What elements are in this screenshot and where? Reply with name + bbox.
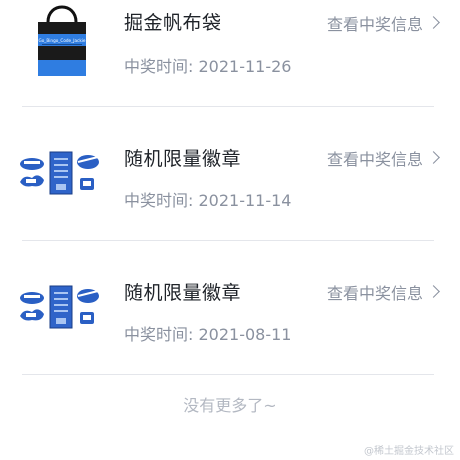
chevron-right-icon	[427, 285, 440, 298]
prize-item[interactable]: 随机限量徽章 中奖时间: 2021-08-11 查看中奖信息	[0, 268, 460, 402]
divider	[22, 106, 434, 107]
view-prize-info-label: 查看中奖信息	[326, 15, 423, 34]
prize-time: 中奖时间: 2021-11-26	[124, 57, 292, 76]
view-prize-info-link[interactable]: 查看中奖信息	[326, 11, 440, 35]
prize-name: 随机限量徽章	[124, 282, 242, 304]
bag-print-text: Go_Bingo_Code_Jackie	[39, 38, 86, 43]
prize-image-badge-set	[14, 134, 110, 230]
divider	[22, 374, 434, 375]
chevron-right-icon	[427, 16, 440, 29]
view-prize-info-link[interactable]: 查看中奖信息	[326, 280, 440, 304]
prize-time: 中奖时间: 2021-11-14	[124, 191, 292, 210]
prize-image-badge-set	[14, 268, 110, 364]
badge-set-icon	[20, 151, 99, 195]
no-more-text: 没有更多了~	[183, 396, 277, 415]
divider	[22, 240, 434, 241]
prize-item[interactable]: 随机限量徽章 中奖时间: 2021-11-14 查看中奖信息	[0, 134, 460, 268]
prize-image-tote-bag: Go_Bingo_Code_Jackie	[14, 0, 110, 96]
view-prize-info-label: 查看中奖信息	[326, 284, 423, 303]
chevron-right-icon	[427, 151, 440, 164]
view-prize-info-link[interactable]: 查看中奖信息	[326, 146, 440, 170]
prize-name: 随机限量徽章	[124, 148, 242, 170]
prize-time: 中奖时间: 2021-08-11	[124, 325, 292, 344]
prize-name: 掘金帆布袋	[124, 12, 222, 34]
badge-set-icon	[20, 285, 99, 329]
prize-item[interactable]: Go_Bingo_Code_Jackie 掘金帆布袋 中奖时间: 2021-11…	[0, 0, 460, 134]
watermark: @稀土掘金技术社区	[364, 446, 454, 457]
view-prize-info-label: 查看中奖信息	[326, 150, 423, 169]
tote-bag-icon: Go_Bingo_Code_Jackie	[38, 5, 86, 76]
